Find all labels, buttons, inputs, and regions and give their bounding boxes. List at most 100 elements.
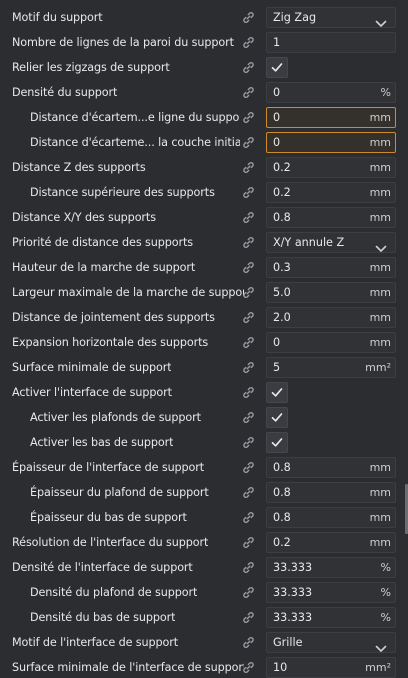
setting-row-priorite-de-distance-des-supports: Priorité de distance des supports X/Y ann… — [0, 230, 408, 255]
link-icon[interactable] — [242, 36, 255, 49]
value-input[interactable]: 33.333% — [266, 582, 396, 603]
checkbox[interactable] — [266, 432, 288, 453]
input-value: 2.0 — [273, 311, 291, 324]
setting-label: Activer l'interface de support — [12, 386, 172, 399]
value-input[interactable]: 0 mm — [266, 332, 396, 353]
value-input[interactable]: 1 — [266, 32, 396, 53]
chevron-down-icon — [375, 13, 387, 27]
setting-label: Expansion horizontale des supports — [12, 336, 209, 349]
link-icon[interactable] — [242, 311, 255, 324]
link-icon[interactable] — [242, 11, 255, 24]
setting-label: Priorité de distance des supports — [12, 236, 193, 249]
input-value: 0 — [273, 86, 281, 99]
setting-row-largeur-maximale-de-la-marche-de-support: Largeur maximale de la marche de support… — [0, 280, 408, 305]
checkbox[interactable] — [266, 382, 288, 403]
link-icon[interactable] — [242, 561, 255, 574]
input-value: 10 — [273, 661, 288, 674]
link-icon[interactable] — [242, 661, 255, 674]
value-input[interactable]: 5.0 mm — [266, 282, 396, 303]
setting-row-densite-du-plafond-de-support: Densité du plafond de support 33.333% — [0, 580, 408, 605]
link-icon[interactable] — [242, 111, 255, 124]
setting-row-distance-d-ecarteme-la-couche-initiale: Distance d'écarteme... la couche initial… — [0, 130, 408, 155]
setting-label: Distance Z des supports — [12, 161, 146, 174]
value-input[interactable]: 0.8 mm — [266, 457, 396, 478]
link-icon[interactable] — [242, 186, 255, 199]
setting-label: Motif du support — [12, 11, 103, 24]
input-value: 0.8 — [273, 461, 291, 474]
setting-row-nombre-de-lignes-de-la-paroi-du-support: Nombre de lignes de la paroi du support 1 — [0, 30, 408, 55]
setting-row-distance-de-jointement-des-supports: Distance de jointement des supports 2.0 mm — [0, 305, 408, 330]
link-icon[interactable] — [242, 636, 255, 649]
link-icon[interactable] — [242, 486, 255, 499]
dropdown-select[interactable]: X/Y annule Z — [266, 232, 396, 253]
value-input[interactable]: 2.0 mm — [266, 307, 396, 328]
link-icon[interactable] — [242, 236, 255, 249]
link-icon[interactable] — [242, 536, 255, 549]
setting-label: Densité du bas de support — [30, 611, 176, 624]
setting-label: Motif de l'interface de support — [12, 636, 179, 649]
setting-label: Distance d'écartem...e ligne du support — [30, 111, 240, 124]
unit-label: mm — [369, 186, 391, 199]
value-input[interactable]: 0% — [266, 82, 396, 103]
value-input[interactable]: 33.333% — [266, 607, 396, 628]
value-input[interactable]: 0.8 mm — [266, 507, 396, 528]
link-icon[interactable] — [242, 436, 255, 449]
unit-label: % — [380, 86, 391, 99]
link-icon[interactable] — [242, 511, 255, 524]
link-icon[interactable] — [242, 586, 255, 599]
setting-label: Relier les zigzags de support — [12, 61, 170, 74]
value-input[interactable]: 0.3 mm — [266, 257, 396, 278]
unit-label: % — [380, 611, 391, 624]
link-icon[interactable] — [242, 136, 255, 149]
link-icon[interactable] — [242, 336, 255, 349]
value-input[interactable]: 33.333% — [266, 557, 396, 578]
value-input[interactable]: 0.2 mm — [266, 182, 396, 203]
link-icon[interactable] — [242, 286, 255, 299]
unit-label: mm — [369, 461, 391, 474]
link-icon[interactable] — [242, 461, 255, 474]
value-input[interactable]: 10 mm² — [266, 657, 396, 678]
input-value: 0 — [273, 111, 281, 124]
support-settings-panel: Motif du support Zig Zag Nombre de lignes … — [0, 0, 408, 678]
unit-label: mm — [369, 336, 391, 349]
setting-row-activer-les-bas-de-support: Activer les bas de support — [0, 430, 408, 455]
value-input[interactable]: 5 mm² — [266, 357, 396, 378]
setting-label: Nombre de lignes de la paroi du support — [12, 36, 234, 49]
setting-row-densite-de-l-interface-de-support: Densité de l'interface de support 33.333% — [0, 555, 408, 580]
setting-row-activer-les-plafonds-de-support: Activer les plafonds de support — [0, 405, 408, 430]
value-input[interactable]: 0 mm — [266, 107, 396, 128]
link-icon[interactable] — [242, 61, 255, 74]
checkbox[interactable] — [266, 407, 288, 428]
value-input[interactable]: 0.8 mm — [266, 207, 396, 228]
unit-label: mm — [369, 311, 391, 324]
unit-label: mm — [369, 161, 391, 174]
link-icon[interactable] — [242, 386, 255, 399]
link-icon[interactable] — [242, 261, 255, 274]
value-input[interactable]: 0.2 mm — [266, 532, 396, 553]
setting-row-relier-les-zigzags-de-support: Relier les zigzags de support — [0, 55, 408, 80]
dropdown-select[interactable]: Zig Zag — [266, 7, 396, 28]
value-input[interactable]: 0 mm — [266, 132, 396, 153]
input-value: 1 — [273, 36, 281, 49]
link-icon[interactable] — [242, 161, 255, 174]
setting-row-resolution-de-l-interface-du-support: Résolution de l'interface du support 0.2 m… — [0, 530, 408, 555]
link-icon[interactable] — [242, 411, 255, 424]
input-value: 0.2 — [273, 536, 291, 549]
input-value: 5 — [273, 361, 281, 374]
checkbox[interactable] — [266, 57, 288, 78]
unit-label: mm — [369, 536, 391, 549]
value-input[interactable]: 0.8 mm — [266, 482, 396, 503]
setting-label: Activer les plafonds de support — [30, 411, 201, 424]
setting-label: Distance supérieure des supports — [30, 186, 215, 199]
input-value: 5.0 — [273, 286, 291, 299]
link-icon[interactable] — [242, 211, 255, 224]
unit-label: mm — [369, 211, 391, 224]
link-icon[interactable] — [242, 361, 255, 374]
link-icon[interactable] — [242, 86, 255, 99]
unit-label: mm — [369, 511, 391, 524]
setting-label: Hauteur de la marche de support — [12, 261, 196, 274]
dropdown-select[interactable]: Grille — [266, 632, 396, 653]
setting-label: Densité du support — [12, 86, 118, 99]
link-icon[interactable] — [242, 611, 255, 624]
value-input[interactable]: 0.2 mm — [266, 157, 396, 178]
